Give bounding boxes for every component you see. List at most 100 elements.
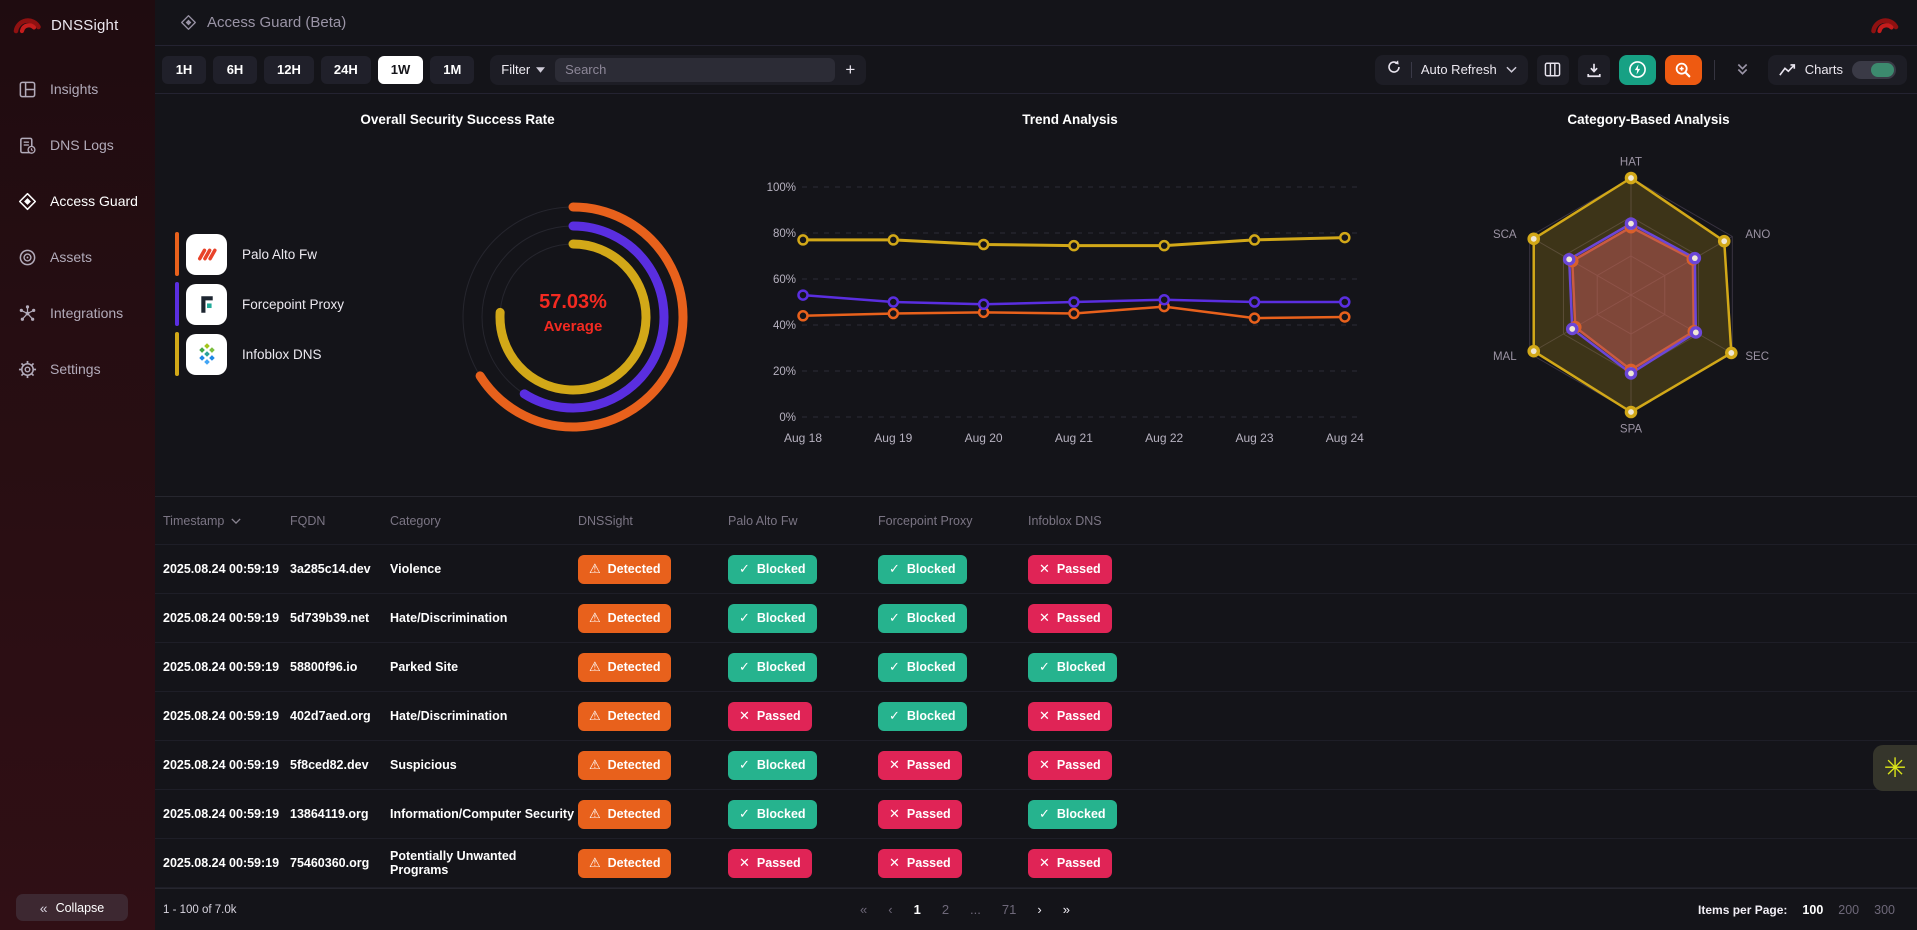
table-header: TimestampFQDNCategoryDNSSightPalo Alto F… — [155, 497, 1917, 545]
status-badge-detected[interactable]: ⚠Detected — [578, 800, 671, 829]
warning-icon: ⚠ — [589, 708, 601, 724]
sidebar-item-settings[interactable]: Settings — [0, 341, 155, 397]
status-badge-passed[interactable]: ✕Passed — [878, 751, 962, 780]
column-header-fqdn[interactable]: FQDN — [290, 514, 390, 528]
download-button[interactable] — [1578, 55, 1610, 85]
svg-text:HAT: HAT — [1620, 156, 1642, 168]
first-page-button[interactable]: « — [860, 902, 867, 917]
status-badge-blocked[interactable]: ✓Blocked — [728, 604, 817, 633]
time-range-24h[interactable]: 24H — [321, 56, 371, 84]
status-badge-detected[interactable]: ⚠Detected — [578, 702, 671, 731]
app-logo[interactable]: DNSSight — [12, 12, 118, 39]
status-badge-blocked[interactable]: ✓Blocked — [878, 604, 967, 633]
cell-timestamp: 2025.08.24 00:59:19 — [163, 856, 279, 870]
gauge-logo-icon — [1868, 12, 1901, 34]
add-filter-button[interactable]: + — [845, 60, 855, 80]
items-per-page-200[interactable]: 200 — [1838, 903, 1859, 917]
column-header-timestamp[interactable]: Timestamp — [163, 514, 290, 528]
column-header-infoblox-dns[interactable]: Infoblox DNS — [1028, 514, 1917, 528]
status-badge-passed[interactable]: ✕Passed — [878, 800, 962, 829]
column-header-palo-alto-fw[interactable]: Palo Alto Fw — [728, 514, 878, 528]
status-label: Passed — [757, 709, 801, 723]
charts-toggle-switch[interactable] — [1852, 61, 1896, 79]
table-row[interactable]: 2025.08.24 00:59:19402d7aed.orgHate/Disc… — [155, 692, 1917, 741]
sidebar-item-label: Integrations — [50, 305, 123, 321]
cell-category: Information/Computer Security — [390, 807, 574, 821]
auto-refresh-control[interactable]: Auto Refresh — [1375, 55, 1528, 85]
zoom-search-button[interactable] — [1665, 55, 1702, 85]
search-input[interactable] — [555, 58, 835, 82]
page-1[interactable]: 1 — [914, 902, 921, 917]
time-range-1h[interactable]: 1H — [162, 56, 206, 84]
columns-view-button[interactable] — [1537, 55, 1569, 85]
status-label: Blocked — [757, 660, 806, 674]
time-range-1w[interactable]: 1W — [378, 56, 424, 84]
status-label: Blocked — [907, 611, 956, 625]
status-badge-blocked[interactable]: ✓Blocked — [1028, 800, 1117, 829]
status-badge-passed[interactable]: ✕Passed — [1028, 555, 1112, 584]
floating-action-button[interactable]: ✳ — [1873, 745, 1917, 791]
refresh-icon[interactable] — [1386, 59, 1402, 80]
chevron-double-left-icon: « — [40, 900, 48, 916]
average-label: Average — [473, 318, 673, 335]
svg-text:SEC: SEC — [1745, 351, 1769, 363]
charts-toggle-group: Charts — [1768, 55, 1907, 85]
table-row[interactable]: 2025.08.24 00:59:1975460360.orgPotential… — [155, 839, 1917, 888]
items-per-page-100[interactable]: 100 — [1802, 903, 1823, 917]
quick-scan-button[interactable] — [1619, 55, 1656, 85]
next-page-button[interactable]: › — [1037, 902, 1041, 917]
filter-dropdown[interactable]: Filter — [501, 62, 545, 77]
status-badge-detected[interactable]: ⚠Detected — [578, 604, 671, 633]
sidebar-item-insights[interactable]: Insights — [0, 61, 155, 117]
table-row[interactable]: 2025.08.24 00:59:195d739b39.netHate/Disc… — [155, 594, 1917, 643]
status-badge-passed[interactable]: ✕Passed — [878, 849, 962, 878]
time-range-6h[interactable]: 6H — [213, 56, 257, 84]
status-badge-passed[interactable]: ✕Passed — [1028, 751, 1112, 780]
status-label: Passed — [907, 856, 951, 870]
status-badge-blocked[interactable]: ✓Blocked — [1028, 653, 1117, 682]
status-badge-blocked[interactable]: ✓Blocked — [728, 800, 817, 829]
sidebar-item-dns-logs[interactable]: DNS Logs — [0, 117, 155, 173]
status-badge-passed[interactable]: ✕Passed — [1028, 604, 1112, 633]
status-badge-passed[interactable]: ✕Passed — [728, 849, 812, 878]
status-badge-passed[interactable]: ✕Passed — [1028, 849, 1112, 878]
collapse-button[interactable]: « Collapse — [16, 894, 128, 921]
asterisk-icon: ✳ — [1884, 755, 1907, 782]
warning-icon: ⚠ — [589, 757, 601, 773]
page-2[interactable]: 2 — [942, 902, 949, 917]
status-label: Blocked — [1057, 807, 1106, 821]
sidebar-item-access-guard[interactable]: Access Guard — [0, 173, 155, 229]
status-badge-passed[interactable]: ✕Passed — [1028, 702, 1112, 731]
status-badge-blocked[interactable]: ✓Blocked — [728, 653, 817, 682]
cell-timestamp: 2025.08.24 00:59:19 — [163, 562, 279, 576]
sidebar-item-assets[interactable]: Assets — [0, 229, 155, 285]
table-row[interactable]: 2025.08.24 00:59:193a285c14.devViolence⚠… — [155, 545, 1917, 594]
table-row[interactable]: 2025.08.24 00:59:195f8ced82.devSuspiciou… — [155, 741, 1917, 790]
status-badge-blocked[interactable]: ✓Blocked — [878, 702, 967, 731]
status-badge-blocked[interactable]: ✓Blocked — [728, 555, 817, 584]
status-badge-detected[interactable]: ⚠Detected — [578, 653, 671, 682]
status-badge-detected[interactable]: ⚠Detected — [578, 849, 671, 878]
status-badge-blocked[interactable]: ✓Blocked — [878, 555, 967, 584]
time-range-1m[interactable]: 1M — [430, 56, 474, 84]
status-badge-detected[interactable]: ⚠Detected — [578, 555, 671, 584]
items-per-page-300[interactable]: 300 — [1874, 903, 1895, 917]
status-badge-passed[interactable]: ✕Passed — [728, 702, 812, 731]
page-71[interactable]: 71 — [1002, 902, 1016, 917]
table-row[interactable]: 2025.08.24 00:59:1958800f96.ioParked Sit… — [155, 643, 1917, 692]
time-range-12h[interactable]: 12H — [264, 56, 314, 84]
column-header-forcepoint-proxy[interactable]: Forcepoint Proxy — [878, 514, 1028, 528]
collapse-charts-button[interactable] — [1727, 55, 1759, 85]
prev-page-button[interactable]: ‹ — [888, 902, 892, 917]
column-header-dnssight[interactable]: DNSSight — [578, 514, 728, 528]
warning-icon: ⚠ — [589, 806, 601, 822]
column-header-category[interactable]: Category — [390, 514, 578, 528]
check-icon: ✓ — [889, 659, 900, 675]
sidebar-item-integrations[interactable]: Integrations — [0, 285, 155, 341]
pagination: «‹12...71›» — [860, 902, 1070, 917]
status-badge-blocked[interactable]: ✓Blocked — [878, 653, 967, 682]
last-page-button[interactable]: » — [1063, 902, 1070, 917]
status-badge-detected[interactable]: ⚠Detected — [578, 751, 671, 780]
table-row[interactable]: 2025.08.24 00:59:1913864119.orgInformati… — [155, 790, 1917, 839]
status-badge-blocked[interactable]: ✓Blocked — [728, 751, 817, 780]
